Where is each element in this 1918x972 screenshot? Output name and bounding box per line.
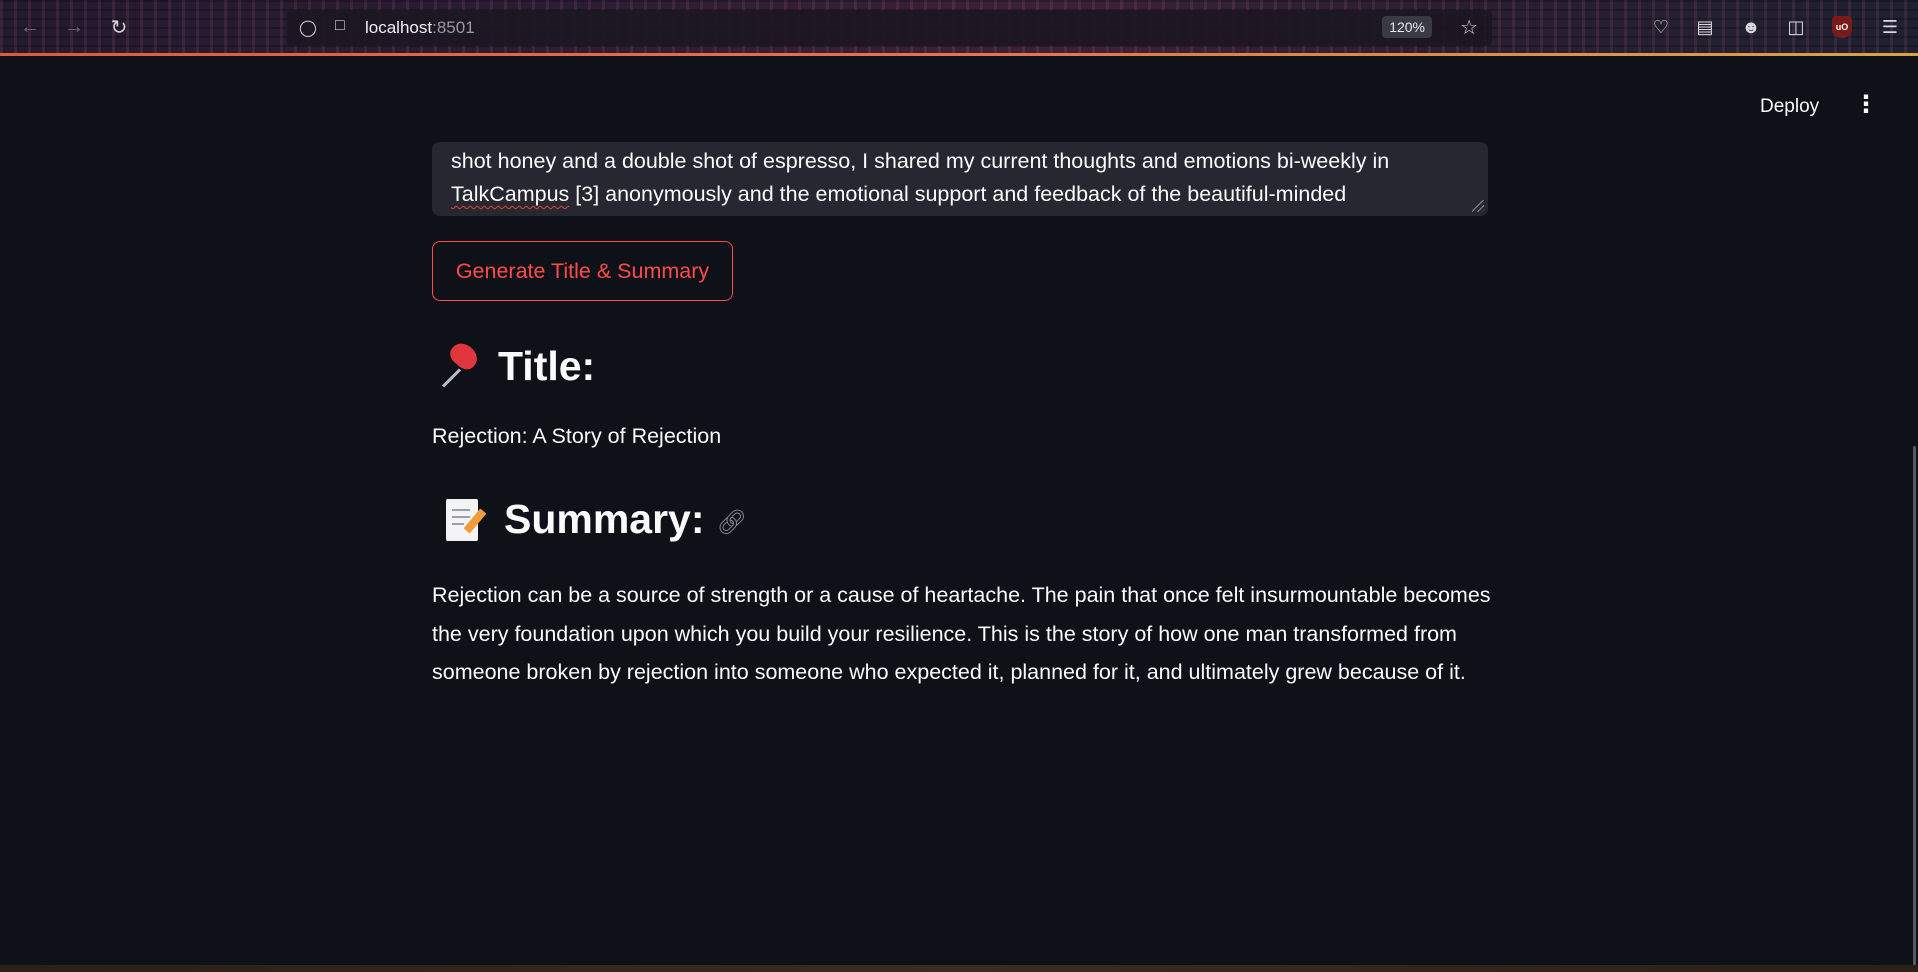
generated-title: Rejection: A Story of Rejection bbox=[432, 424, 722, 448]
textarea-line-2-rest: [3] anonymously and the emotional suppor… bbox=[569, 182, 1347, 206]
summary-heading: Summary: 🔗︎ bbox=[432, 496, 747, 543]
textarea-line-1: shot honey and a double shot of espresso… bbox=[451, 149, 1390, 173]
sidebar-icon[interactable]: ▤ bbox=[1690, 12, 1720, 42]
url-text[interactable]: localhost:8501 bbox=[365, 18, 475, 38]
taskbar-strip bbox=[0, 965, 1918, 972]
summary-heading-text: Summary: bbox=[504, 496, 705, 542]
bookmark-star-icon[interactable]: ☆ bbox=[1460, 15, 1478, 40]
page-info-icon[interactable]: □ bbox=[335, 17, 345, 35]
forward-arrow-icon[interactable]: → bbox=[59, 12, 89, 42]
extensions-icon[interactable]: ◫ bbox=[1781, 12, 1811, 42]
resize-handle-icon[interactable] bbox=[1472, 200, 1484, 212]
url-host: localhost bbox=[365, 18, 433, 37]
address-bar[interactable]: ◯ □ localhost:8501 120% ☆ bbox=[287, 10, 1492, 46]
generate-title-summary-button[interactable]: Generate Title & Summary bbox=[432, 241, 733, 301]
ublock-icon[interactable]: uO bbox=[1827, 12, 1857, 42]
pocket-icon[interactable]: ♡ bbox=[1646, 12, 1676, 42]
deploy-button[interactable]: Deploy bbox=[1760, 96, 1819, 118]
scrollbar-thumb[interactable] bbox=[1913, 446, 1916, 966]
title-heading-text: Title: bbox=[498, 342, 596, 389]
title-heading: Title: bbox=[432, 338, 596, 390]
url-port: :8501 bbox=[432, 18, 475, 37]
back-arrow-icon[interactable]: ← bbox=[15, 12, 45, 42]
account-icon[interactable]: ☻ bbox=[1736, 12, 1766, 42]
more-options-icon[interactable]: ⋮ bbox=[1854, 93, 1878, 117]
menu-icon[interactable]: ☰ bbox=[1875, 12, 1905, 42]
toolbar-accent-line bbox=[0, 53, 1918, 56]
story-textarea[interactable]: shot honey and a double shot of espresso… bbox=[432, 142, 1488, 216]
browser-toolbar: ← → ↻ ◯ □ localhost:8501 120% ☆ ♡ ▤ ☻ ◫ … bbox=[0, 0, 1918, 56]
memo-icon bbox=[442, 497, 487, 543]
textarea-line-2: TalkCampus [3] anonymously and the emoti… bbox=[451, 178, 1470, 211]
zoom-badge[interactable]: 120% bbox=[1382, 16, 1432, 38]
pushpin-icon bbox=[432, 338, 484, 390]
anchor-link-icon[interactable]: 🔗︎ bbox=[717, 508, 747, 537]
reload-icon[interactable]: ↻ bbox=[104, 12, 134, 42]
generated-summary: Rejection can be a source of strength or… bbox=[432, 583, 1491, 685]
misspelled-word: TalkCampus bbox=[451, 182, 570, 206]
shield-icon[interactable]: ◯ bbox=[299, 18, 317, 38]
